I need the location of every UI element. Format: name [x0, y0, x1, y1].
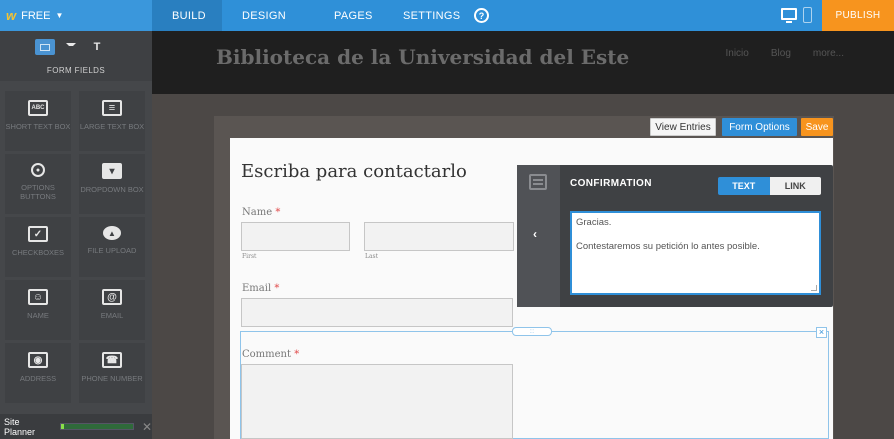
radio-icon: ●: [31, 163, 45, 177]
sidebar-tabs: T: [35, 39, 107, 55]
dropdown-icon: ▾: [102, 163, 122, 179]
help-icon[interactable]: ?: [474, 8, 489, 23]
last-name-input[interactable]: [364, 222, 514, 251]
field-address[interactable]: ◉ ADDRESS: [5, 343, 71, 403]
plan-label: FREE: [21, 9, 51, 22]
short-text-icon: ABC: [28, 100, 48, 116]
confirmation-panel: ‹ CONFIRMATION TEXT LINK Gracias. Contes…: [517, 165, 833, 307]
site-planner-label: Site Planner: [4, 416, 36, 437]
save-button[interactable]: Save: [801, 118, 833, 136]
mobile-preview-icon[interactable]: [803, 7, 812, 23]
close-icon[interactable]: ×: [816, 327, 827, 338]
email-label-text: Email: [242, 283, 272, 294]
last-sublabel: Last: [365, 253, 379, 260]
field-label: SHORT TEXT BOX: [5, 122, 71, 131]
confirmation-message-textarea[interactable]: Gracias. Contestaremos su petición lo an…: [570, 211, 821, 295]
field-label: DROPDOWN BOX: [80, 185, 144, 194]
drag-handle[interactable]: :::: [512, 327, 552, 336]
required-mark: *: [275, 207, 281, 218]
confirmation-side-strip: ‹: [517, 165, 560, 307]
field-label: ADDRESS: [19, 374, 57, 383]
email-icon: @: [102, 289, 122, 305]
name-label: Name *: [242, 207, 280, 218]
checkbox-icon: ✓: [28, 226, 48, 242]
resize-handle-icon[interactable]: [811, 285, 817, 291]
publish-button[interactable]: PUBLISH: [822, 0, 894, 31]
plan-selector[interactable]: w FREE ▼: [0, 0, 152, 31]
top-bar: w FREE ▼ BUILD DESIGN PAGES SETTINGS ? P…: [0, 0, 894, 31]
sidebar: T FORM FIELDS ABC SHORT TEXT BOX ≡ LARGE…: [0, 31, 152, 439]
site-nav: Inicio Blog more...: [726, 48, 845, 59]
map-pin-icon: ◉: [28, 352, 48, 368]
grid-icon[interactable]: [35, 39, 55, 55]
toggle-text-button[interactable]: TEXT: [718, 177, 770, 195]
desktop-preview-icon[interactable]: [781, 8, 797, 23]
view-entries-button[interactable]: View Entries: [650, 118, 716, 136]
name-card-icon: ☺: [28, 289, 48, 305]
field-label: LARGE TEXT BOX: [79, 122, 145, 131]
main-nav: BUILD DESIGN PAGES SETTINGS: [152, 0, 475, 31]
first-sublabel: First: [242, 253, 257, 260]
form-options-button[interactable]: Form Options: [722, 118, 797, 136]
site-nav-item[interactable]: more...: [813, 48, 844, 59]
form-fields-heading: FORM FIELDS: [46, 66, 106, 75]
confirmation-type-toggle: TEXT LINK: [718, 177, 821, 195]
chevron-left-icon[interactable]: ‹: [533, 227, 537, 241]
field-phone-number[interactable]: ☎ PHONE NUMBER: [79, 343, 145, 403]
first-name-input[interactable]: [241, 222, 350, 251]
text-icon[interactable]: T: [87, 39, 107, 55]
field-label: FILE UPLOAD: [87, 246, 137, 255]
comment-textarea[interactable]: [241, 364, 513, 439]
confirmation-title: CONFIRMATION: [570, 178, 652, 189]
site-planner[interactable]: Site Planner ✕: [0, 414, 152, 439]
toggle-link-button[interactable]: LINK: [769, 177, 821, 195]
comment-label-text: Comment: [242, 349, 292, 360]
email-input[interactable]: [241, 298, 513, 327]
site-nav-item[interactable]: Inicio: [726, 48, 749, 59]
field-label: OPTIONS BUTTONS: [20, 183, 56, 201]
required-mark: *: [294, 349, 300, 360]
comment-label: Comment *: [242, 349, 299, 360]
site-planner-progress-fill: [60, 424, 64, 429]
site-planner-progress: [59, 423, 134, 430]
tab-design[interactable]: DESIGN: [222, 0, 322, 31]
site-title[interactable]: Biblioteca de la Universidad del Este: [216, 45, 629, 69]
field-checkboxes[interactable]: ✓ CHECKBOXES: [5, 217, 71, 277]
confirmation-message-line: Gracias.: [576, 217, 612, 228]
field-name[interactable]: ☺ NAME: [5, 280, 71, 340]
large-text-icon: ≡: [102, 100, 122, 116]
field-label: CHECKBOXES: [11, 248, 65, 257]
field-label: PHONE NUMBER: [81, 374, 143, 383]
field-email[interactable]: @ EMAIL: [79, 280, 145, 340]
weebly-logo-icon: w: [6, 8, 17, 23]
message-icon: [529, 174, 547, 190]
form-title[interactable]: Escriba para contactarlo: [241, 161, 467, 182]
site-header: Biblioteca de la Universidad del Este In…: [152, 31, 894, 94]
upload-cloud-icon: ▲: [103, 226, 121, 240]
columns-icon[interactable]: [61, 39, 81, 55]
field-large-text[interactable]: ≡ LARGE TEXT BOX: [79, 91, 145, 151]
tab-pages[interactable]: PAGES: [322, 0, 395, 31]
field-label: NAME: [27, 311, 49, 320]
confirmation-message-line: Contestaremos su petición lo antes posib…: [576, 241, 760, 252]
site-nav-item[interactable]: Blog: [771, 48, 791, 59]
email-label: Email *: [242, 283, 279, 294]
sidebar-header: T FORM FIELDS: [0, 31, 152, 81]
required-mark: *: [274, 283, 280, 294]
field-dropdown[interactable]: ▾ DROPDOWN BOX: [79, 154, 145, 214]
field-short-text[interactable]: ABC SHORT TEXT BOX: [5, 91, 71, 151]
chevron-down-icon: ▼: [55, 11, 64, 20]
tab-settings[interactable]: SETTINGS: [395, 0, 475, 31]
name-label-text: Name: [242, 207, 273, 218]
field-label: EMAIL: [100, 311, 124, 320]
phone-icon: ☎: [102, 352, 122, 368]
tab-build[interactable]: BUILD: [152, 0, 222, 31]
field-file-upload[interactable]: ▲ FILE UPLOAD: [79, 217, 145, 277]
close-icon[interactable]: ✕: [142, 420, 152, 434]
field-options-buttons[interactable]: ● OPTIONS BUTTONS: [5, 154, 71, 214]
